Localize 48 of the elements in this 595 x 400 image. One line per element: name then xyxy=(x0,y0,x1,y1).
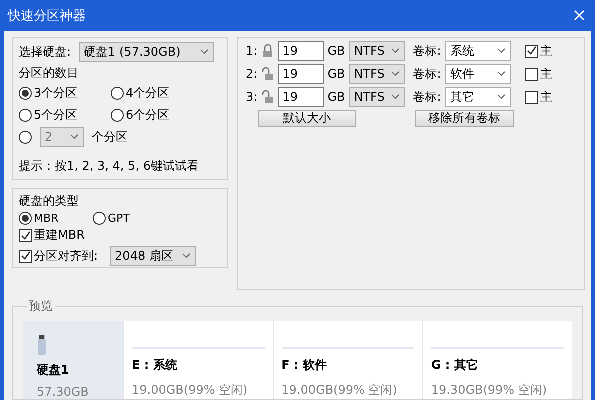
action-button[interactable]: 默认大小 xyxy=(258,110,356,127)
group-title: 分区的数目 xyxy=(19,65,80,82)
volume-label-caption: 卷标: xyxy=(413,66,442,82)
checkbox-label[interactable]: 分区对齐到: xyxy=(34,248,98,264)
unit-label: GB xyxy=(328,44,346,58)
group-title: 硬盘的类型 xyxy=(19,193,80,210)
row-number: 3: xyxy=(246,90,258,104)
unit-label: GB xyxy=(328,67,346,81)
hint-text: 提示：按1, 2, 3, 4, 5, 6键试试看 xyxy=(19,158,200,175)
volume-info: 19.00GB(99% 空闲) xyxy=(282,382,398,399)
size-field[interactable]: 19 xyxy=(278,87,324,107)
volume-name: F : 软件 xyxy=(282,357,328,374)
radio-label[interactable]: GPT xyxy=(108,212,130,225)
filesystem-select[interactable]: NTFS xyxy=(349,64,406,84)
volume-label-caption: 卷标: xyxy=(413,42,442,60)
checkbox-label[interactable]: 主 xyxy=(540,66,552,82)
volume-info: 19.00GB(99% 空闲) xyxy=(132,382,249,399)
disk-label: 选择硬盘: xyxy=(19,44,72,60)
volume-name: G : 其它 xyxy=(431,357,480,374)
group-title: 预览 xyxy=(28,298,54,315)
filesystem-select[interactable]: NTFS xyxy=(349,41,406,61)
volume-info: 19.30GB(99% 空闲) xyxy=(431,382,548,399)
volume-label-caption: 卷标: xyxy=(413,88,442,106)
radio-label[interactable]: 4个分区 xyxy=(126,85,170,102)
alignment-select[interactable]: 2048 扇区 xyxy=(110,246,196,266)
checkbox-label[interactable]: 主 xyxy=(540,42,552,60)
volume-name: E : 系统 xyxy=(132,357,178,374)
checkbox-label[interactable]: 重建MBR xyxy=(34,227,85,244)
window-title: 快速分区神器 xyxy=(8,8,86,24)
radio-label[interactable]: MBR xyxy=(34,212,59,225)
unit-label: GB xyxy=(328,90,346,104)
count-suffix: 个分区 xyxy=(92,128,128,146)
size-field[interactable]: 19 xyxy=(278,41,324,61)
radio-label[interactable]: 6个分区 xyxy=(126,107,170,124)
row-number: 2: xyxy=(246,67,258,81)
action-button[interactable]: 移除所有卷标 xyxy=(415,110,514,127)
filesystem-select[interactable]: NTFS xyxy=(349,87,406,107)
radio-label[interactable]: 5个分区 xyxy=(34,107,78,124)
disk-size: 57.30GB xyxy=(37,385,90,399)
disk-select[interactable]: 硬盘1 (57.30GB) xyxy=(79,42,214,62)
size-field[interactable]: 19 xyxy=(278,64,324,84)
radio-label[interactable]: 3个分区 xyxy=(34,85,78,102)
row-number: 1: xyxy=(246,44,258,58)
volume-label-select[interactable]: 其它 xyxy=(445,87,512,107)
disk-name: 硬盘1 xyxy=(37,362,70,379)
volume-label-select[interactable]: 软件 xyxy=(445,64,512,84)
volume-label-select[interactable]: 系统 xyxy=(445,41,512,61)
checkbox-label[interactable]: 主 xyxy=(540,88,552,106)
